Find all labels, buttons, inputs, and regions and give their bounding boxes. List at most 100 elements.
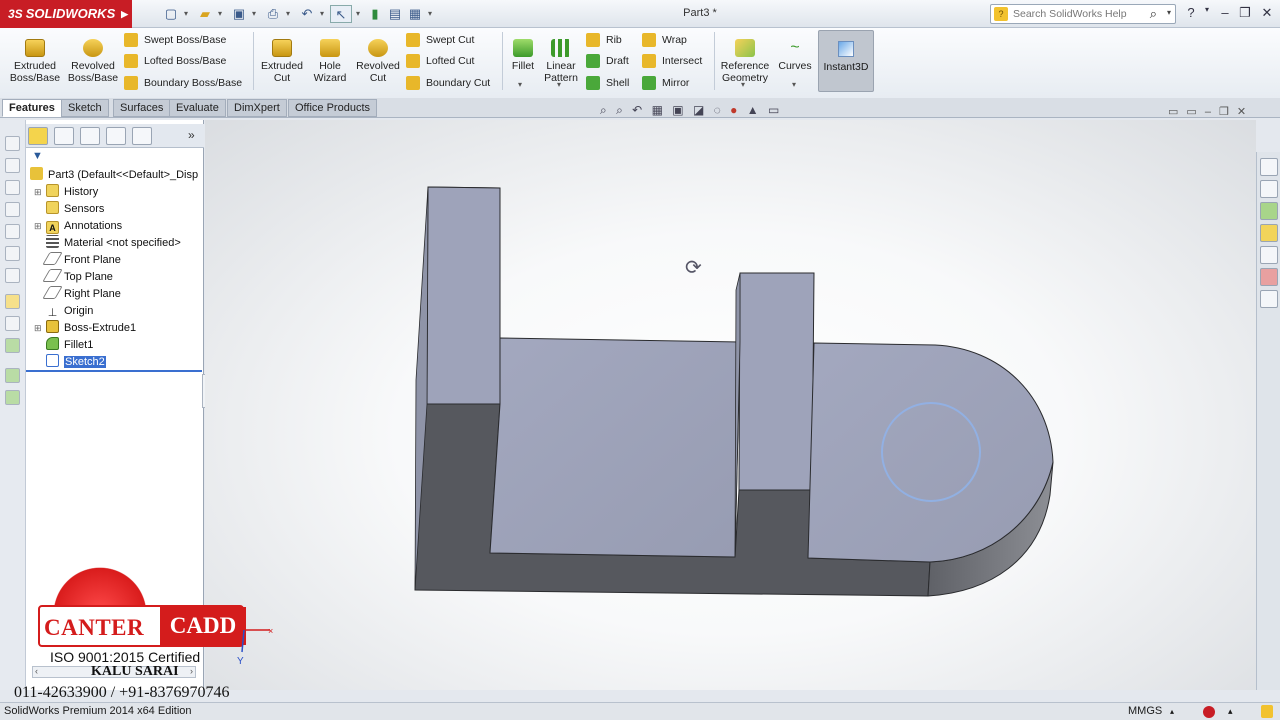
shell-button[interactable]: Shell [586,73,629,93]
select-cursor-icon[interactable]: ↖ [330,5,352,23]
graphics-viewport[interactable]: ⟳ [205,120,1256,690]
restore-document-icon[interactable]: ❐ [1219,106,1237,118]
display-manager-tab-icon[interactable] [132,127,152,145]
model-3d-view[interactable] [205,120,1256,690]
rollback-bar[interactable] [26,370,202,372]
rebuild-icon[interactable]: ▮ [364,5,386,23]
view-palette-icon[interactable] [1260,246,1278,264]
solidworks-resources-icon[interactable] [1260,158,1278,176]
previous-view-icon[interactable]: ↶ [632,103,642,117]
tab-sketch[interactable]: Sketch [61,99,109,117]
undo-dropdown-icon[interactable]: ▾ [318,5,326,23]
expand-icon[interactable]: ⊞ [34,320,42,336]
tab-dimxpert[interactable]: DimXpert [227,99,287,117]
expand-icon[interactable]: ⊞ [34,184,42,200]
tab-office-products[interactable]: Office Products [288,99,377,117]
reference-geometry-dropdown-icon[interactable]: ▾ [741,80,745,89]
boundary-cut-button[interactable]: Boundary Cut [406,73,490,93]
search-dropdown-icon[interactable]: ▾ [1167,8,1171,17]
tree-item-history[interactable]: ⊞ History [34,184,98,200]
base-top-face-left[interactable] [489,337,741,558]
tree-item-annotations[interactable]: ⊞ A Annotations [34,218,122,234]
units-dropdown-icon[interactable]: ▴ [1170,703,1174,720]
tree-item-top-plane[interactable]: Top Plane [42,269,113,285]
view-box-icon[interactable] [5,136,20,151]
solidworks-logo[interactable]: 3S SOLIDWORKS ▶ [0,0,132,28]
print-dropdown-icon[interactable]: ▾ [284,5,292,23]
tree-item-fillet1[interactable]: Fillet1 [46,337,93,353]
zoom-to-area-icon[interactable]: ⌕ [616,103,623,117]
rib-button[interactable]: Rib [586,30,622,50]
feature-icon[interactable] [5,390,20,405]
view-orientation-icon[interactable]: ▣ [672,103,683,117]
help-search-box[interactable]: ? Search SolidWorks Help ⌕ ▾ [990,4,1176,24]
tree-item-boss-extrude1[interactable]: ⊞ Boss-Extrude1 [34,320,136,336]
tab-surfaces[interactable]: Surfaces [113,99,171,117]
view-box-icon[interactable] [5,224,20,239]
expand-icon[interactable]: ⊞ [34,218,42,234]
relations-icon[interactable] [5,338,20,353]
unit-system-selector[interactable]: MMGS [1128,703,1162,720]
edit-appearance-icon[interactable]: ● [730,103,737,117]
restore-window-icon[interactable]: ❐ [1236,5,1254,21]
search-input[interactable]: Search SolidWorks Help [1013,8,1127,20]
left-block-face[interactable] [426,186,501,405]
feature-icon[interactable] [5,368,20,383]
tree-root-part[interactable]: Part3 (Default<<Default>_Disp [30,167,198,183]
tree-item-sensors[interactable]: Sensors [46,201,104,217]
swept-cut-button[interactable]: Swept Cut [406,30,474,50]
rebuild-status-icon[interactable] [1203,706,1215,718]
print-icon[interactable]: ⎙ [262,5,284,23]
view-box-icon[interactable] [5,202,20,217]
revolved-boss-button[interactable]: Revolved Boss/Base [64,28,122,94]
mirror-button[interactable]: Mirror [642,73,689,93]
intersect-button[interactable]: Intersect [642,51,702,71]
sketch-icon[interactable] [5,294,20,309]
help-dropdown-icon[interactable]: ▾ [1198,5,1216,14]
extruded-cut-button[interactable]: Extruded Cut [256,28,308,94]
tree-item-right-plane[interactable]: Right Plane [42,286,121,302]
apply-scene-icon[interactable]: ▲ [747,103,759,117]
custom-properties-icon[interactable] [1260,290,1278,308]
swept-boss-button[interactable]: Swept Boss/Base [124,30,226,50]
expand-panel-icon[interactable]: » [188,128,195,142]
lofted-cut-button[interactable]: Lofted Cut [406,51,474,71]
display-style-icon[interactable]: ◪ [693,103,704,117]
view-box-icon[interactable] [5,268,20,283]
appearances-icon[interactable] [1260,268,1278,286]
fillet-button[interactable]: Fillet [506,28,540,94]
open-folder-icon[interactable]: ▰ [194,5,216,23]
save-icon[interactable]: ▣ [228,5,250,23]
pattern-dropdown-icon[interactable]: ▾ [557,80,561,89]
view-settings-icon[interactable]: ▭ [768,103,779,117]
tree-item-material[interactable]: Material <not specified> [46,235,181,251]
fillet-dropdown-icon[interactable]: ▾ [518,80,522,89]
status-menu-icon[interactable]: ▴ [1228,703,1233,720]
view-box-icon[interactable] [5,180,20,195]
wrap-button[interactable]: Wrap [642,30,687,50]
tab-evaluate[interactable]: Evaluate [169,99,226,117]
tree-item-origin[interactable]: ⊥ Origin [46,303,94,319]
new-dropdown-icon[interactable]: ▾ [182,5,190,23]
hole-wizard-button[interactable]: Hole Wizard [308,28,352,94]
tab-features[interactable]: Features [2,99,62,117]
close-document-icon[interactable]: ✕ [1237,106,1254,118]
quick-tips-icon[interactable] [1261,705,1273,718]
home-icon[interactable] [1260,180,1278,198]
configuration-manager-tab-icon[interactable] [80,127,100,145]
extruded-boss-button[interactable]: Extruded Boss/Base [6,28,64,94]
zoom-to-fit-icon[interactable]: ⌕ [600,103,607,117]
tree-item-front-plane[interactable]: Front Plane [42,252,121,268]
select-dropdown-icon[interactable]: ▾ [354,5,362,23]
minimize-window-icon[interactable]: – [1216,5,1234,20]
logo-menu-arrow-icon[interactable]: ▶ [121,0,128,28]
options-dropdown-icon[interactable]: ▾ [426,5,434,23]
new-document-icon[interactable]: ▢ [160,5,182,23]
feature-manager-tab-icon[interactable] [28,127,48,145]
instant3d-button[interactable]: Instant3D [818,30,874,92]
tile-view-icon[interactable]: ▭ [1186,106,1204,118]
boundary-boss-button[interactable]: Boundary Boss/Base [124,73,242,93]
dimxpert-manager-tab-icon[interactable] [106,127,126,145]
section-view-icon[interactable]: ▦ [652,103,663,117]
view-box-icon[interactable] [5,246,20,261]
